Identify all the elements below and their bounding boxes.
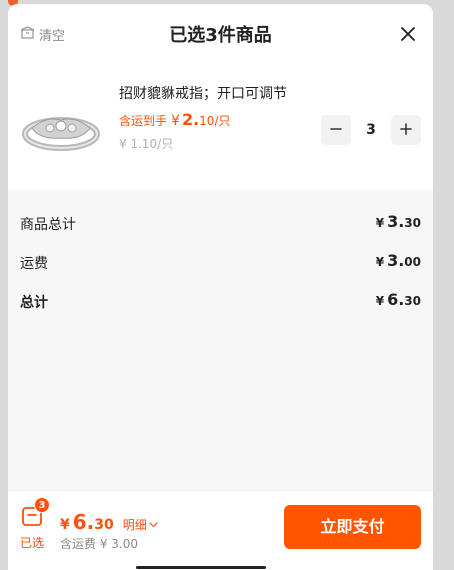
value-integer: 3. [387,212,405,231]
selected-label: 已选 [20,536,45,550]
total-price: ¥ 6. 30 明细 [60,510,158,534]
shipping-note: 含运费 ¥ 3.00 [60,537,138,551]
value-integer: 3. [387,251,405,270]
quantity-stepper: 3 [321,115,421,145]
currency-sign: ¥ [375,255,385,269]
summary-row-shipping: 运费 ¥ 3. 00 [8,249,433,275]
home-indicator [136,566,266,569]
minus-icon [329,121,343,140]
increase-button[interactable] [391,115,421,145]
currency-sign: ¥ [375,294,385,308]
detail-label: 明细 [122,518,147,532]
sheet-title: 已选3件商品 [169,25,272,46]
summary-value: ¥ 6. 30 [376,290,421,309]
product-name: 招财貔貅戒指；开口可调节 [119,86,287,102]
quantity-value[interactable]: 3 [355,115,387,145]
order-sheet: 清空 已选3件商品 招财貔貅戒指；开口可调节 含运到手 ¥ 2. 10/只 ¥ … [8,4,433,570]
cart-count-badge: 3 [34,497,50,513]
value-integer: 6. [387,290,405,309]
price-decimal-unit: 10/只 [199,114,231,128]
decrease-button[interactable] [321,115,351,145]
summary-row-total: 总计 ¥ 6. 30 [8,288,433,314]
summary-label: 运费 [20,256,48,272]
currency-sign: ¥ [375,216,385,230]
detail-toggle[interactable]: 明细 [123,516,158,533]
checkout-bar: 3 已选 ¥ 6. 30 明细 含运费 ¥ 3.00 立即支付 [8,490,433,570]
price-integer: 2. [181,110,200,129]
summary-value: ¥ 3. 30 [376,212,421,231]
value-decimal: 30 [404,294,421,308]
total-integer: 6. [72,510,95,534]
original-price: ¥ 1.10/只 [119,137,174,151]
total-decimal: 30 [94,517,114,533]
product-price: 含运到手 ¥ 2. 10/只 [119,110,230,129]
close-icon [398,27,418,48]
total-currency: ¥ [60,517,70,533]
price-currency: ¥ [171,113,180,129]
price-summary: 商品总计 ¥ 3. 30 运费 ¥ 3. 00 总计 ¥ 6. 30 [8,190,433,490]
value-decimal: 30 [404,216,421,230]
price-label: 含运到手 [119,114,168,128]
chevron-down-icon [147,518,158,532]
sheet-header: 清空 已选3件商品 [8,4,433,62]
summary-label: 商品总计 [20,217,76,233]
value-decimal: 00 [404,255,421,269]
ring-icon [20,98,102,158]
close-button[interactable] [398,24,418,44]
plus-icon [399,121,413,140]
summary-label: 总计 [20,295,48,311]
summary-row-subtotal: 商品总计 ¥ 3. 30 [8,210,433,236]
pay-now-button[interactable]: 立即支付 [284,505,421,549]
product-item: 招财貔貅戒指；开口可调节 含运到手 ¥ 2. 10/只 ¥ 1.10/只 3 [8,62,433,190]
summary-value: ¥ 3. 00 [376,251,421,270]
